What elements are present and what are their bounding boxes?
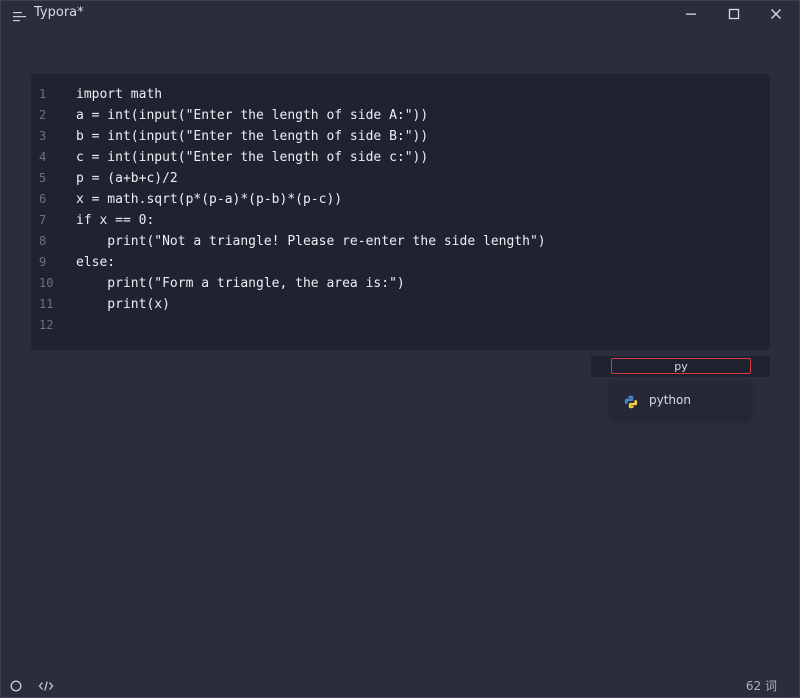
line-number: 7	[39, 213, 47, 227]
language-option-python[interactable]: python	[611, 383, 751, 417]
line-number: 8	[39, 234, 47, 248]
code-text: print("Form a triangle, the area is:")	[76, 276, 405, 291]
outline-toggle-button[interactable]	[9, 678, 25, 692]
line-number: 11	[39, 297, 54, 311]
minimize-icon	[686, 13, 696, 15]
code-text: if x == 0:	[76, 213, 155, 228]
code-line[interactable]: 4 c = int(input("Enter the length of side…	[31, 147, 770, 168]
line-number: 1	[39, 87, 47, 101]
line-number: 12	[39, 318, 54, 332]
line-number: 3	[39, 129, 47, 143]
line-number: 6	[39, 192, 47, 206]
maximize-button[interactable]	[724, 5, 744, 23]
hamburger-menu-icon[interactable]	[13, 8, 27, 22]
code-text: x = math.sqrt(p*(p-a)*(p-b)*(p-c))	[76, 192, 343, 207]
window-title: Typora*	[34, 5, 84, 20]
title-bar: Typora*	[1, 1, 799, 27]
language-autocomplete-dropdown: python	[611, 383, 751, 417]
language-input[interactable]	[611, 358, 751, 374]
code-text: print("Not a triangle! Please re-enter t…	[76, 234, 546, 249]
line-number: 5	[39, 171, 47, 185]
word-count[interactable]: 62 词	[746, 677, 777, 694]
app-window: Typora* 1 import math 2 a = int(input("Ente…	[0, 0, 800, 698]
code-line[interactable]: 3 b = int(input("Enter the length of side…	[31, 126, 770, 147]
code-line[interactable]: 9 else:	[31, 252, 770, 273]
code-line[interactable]: 8 print("Not a triangle! Please re-enter…	[31, 231, 770, 252]
line-number: 4	[39, 150, 47, 164]
outline-circle-icon	[10, 680, 22, 692]
line-number: 10	[39, 276, 54, 290]
line-number: 2	[39, 108, 47, 122]
code-line[interactable]: 5 p = (a+b+c)/2	[31, 168, 770, 189]
code-line[interactable]: 2 a = int(input("Enter the length of side…	[31, 105, 770, 126]
maximize-icon	[728, 8, 740, 20]
code-line[interactable]: 12	[31, 315, 770, 336]
python-icon	[624, 394, 638, 409]
code-text: import math	[76, 87, 163, 102]
code-line[interactable]: 10 print("Form a triangle, the area is:"…	[31, 273, 770, 294]
code-text: p = (a+b+c)/2	[76, 171, 178, 186]
line-number: 9	[39, 255, 47, 269]
code-line[interactable]: 11 print(x)	[31, 294, 770, 315]
source-code-icon	[38, 681, 54, 691]
code-line[interactable]: 1 import math	[31, 84, 770, 105]
language-selector-bar	[591, 356, 770, 377]
code-text: c = int(input("Enter the length of side …	[76, 150, 429, 165]
code-text: b = int(input("Enter the length of side …	[76, 129, 429, 144]
code-text: print(x)	[76, 297, 170, 312]
language-option-label: python	[649, 393, 691, 407]
close-button[interactable]	[766, 5, 786, 23]
code-text: a = int(input("Enter the length of side …	[76, 108, 429, 123]
code-line[interactable]: 7 if x == 0:	[31, 210, 770, 231]
close-icon	[771, 9, 781, 19]
code-block[interactable]: 1 import math 2 a = int(input("Enter the le…	[31, 74, 770, 350]
source-code-mode-button[interactable]	[38, 678, 54, 692]
minimize-button[interactable]	[681, 5, 701, 23]
code-text: else:	[76, 255, 116, 270]
code-line[interactable]: 6 x = math.sqrt(p*(p-a)*(p-b)*(p-c))	[31, 189, 770, 210]
